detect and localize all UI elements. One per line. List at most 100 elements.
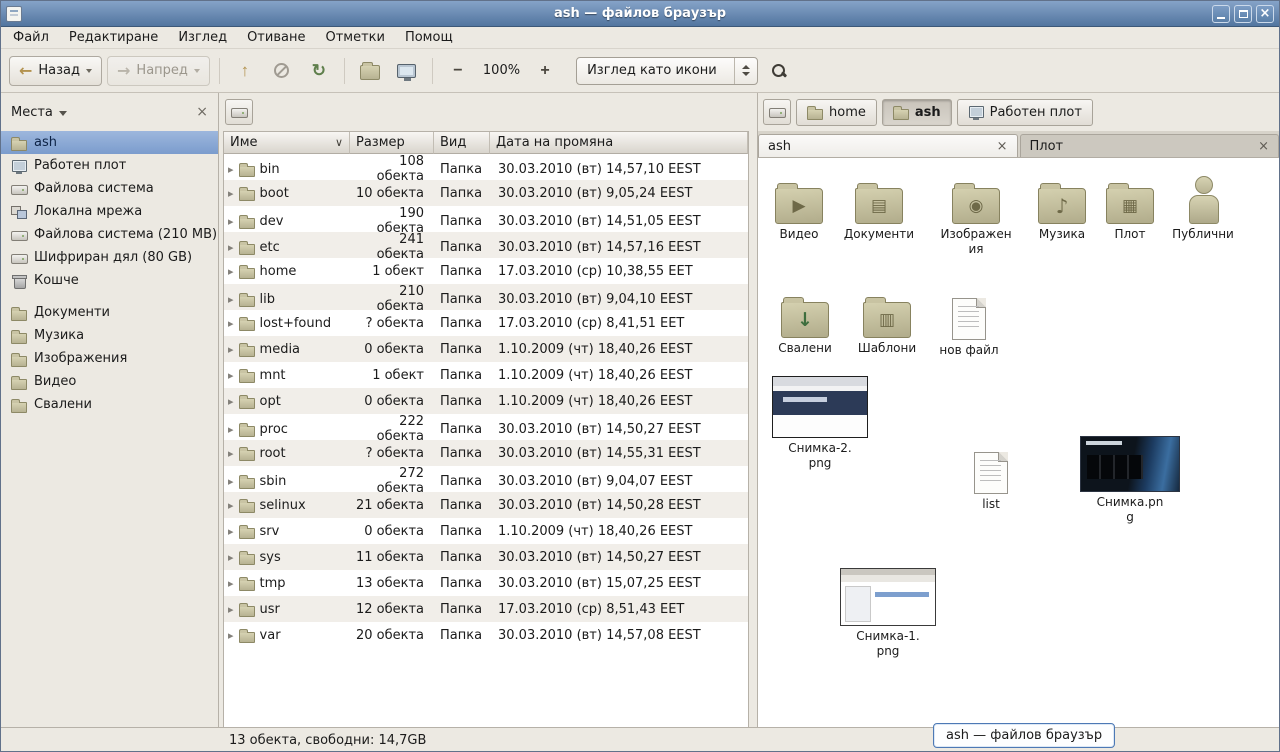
file-row[interactable]: mnt 1 обект Папка 1.10.2009 (чт) 18,40,2… — [224, 362, 748, 388]
icon-view-item[interactable]: Свалени — [766, 284, 844, 356]
icon-view-item[interactable]: Видео — [760, 170, 838, 242]
sidebar-place-item[interactable]: Кошче — [1, 269, 218, 292]
expander-icon[interactable] — [228, 474, 234, 489]
file-row[interactable]: dev 190 обекта Папка 30.03.2010 (вт) 14,… — [224, 206, 748, 232]
icon-view-item[interactable]: Шаблони — [848, 284, 926, 356]
sidebar-selector-icon[interactable] — [59, 111, 67, 116]
expander-icon[interactable] — [228, 628, 234, 643]
tab-close-icon[interactable] — [1258, 140, 1269, 153]
breadcrumb-button[interactable]: home — [796, 99, 877, 126]
up-button[interactable] — [229, 56, 261, 86]
breadcrumb-button[interactable]: Работен плот — [957, 99, 1093, 126]
icon-view-item[interactable]: Изображения — [937, 170, 1015, 257]
file-row[interactable]: selinux 21 обекта Папка 30.03.2010 (вт) … — [224, 492, 748, 518]
expander-icon[interactable] — [228, 316, 234, 331]
icon-view-item[interactable]: Снимка.png — [1078, 426, 1182, 525]
menu-item[interactable]: Отиване — [237, 27, 315, 48]
file-row[interactable]: sys 11 обекта Папка 30.03.2010 (вт) 14,5… — [224, 544, 748, 570]
menu-item[interactable]: Редактиране — [59, 27, 168, 48]
sidebar-place-item[interactable]: Файлова система — [1, 177, 218, 200]
zoom-out-button[interactable]: − — [442, 56, 474, 86]
zoom-in-button[interactable]: + — [529, 56, 561, 86]
reload-button[interactable] — [303, 56, 335, 86]
file-row[interactable]: root ? обекта Папка 30.03.2010 (вт) 14,5… — [224, 440, 748, 466]
search-button[interactable] — [763, 56, 795, 86]
expander-icon[interactable] — [228, 214, 234, 229]
breadcrumb-button[interactable]: ash — [882, 99, 952, 126]
sidebar-place-item[interactable]: ash — [1, 131, 218, 154]
sidebar-bookmark-item[interactable]: Свалени — [1, 393, 218, 416]
window-menu-icon[interactable] — [6, 6, 22, 22]
icon-view-item[interactable]: Снимка-1.png — [836, 560, 940, 659]
computer-button[interactable] — [391, 56, 423, 86]
expander-icon[interactable] — [228, 162, 234, 177]
breadcrumb-root-button[interactable] — [763, 99, 791, 125]
expander-icon[interactable] — [228, 240, 234, 255]
icon-view-item[interactable]: Снимка-2.png — [768, 372, 872, 471]
file-row[interactable]: etc 241 обекта Папка 30.03.2010 (вт) 14,… — [224, 232, 748, 258]
expander-icon[interactable] — [228, 524, 234, 539]
expander-icon[interactable] — [228, 186, 234, 201]
pane-tab[interactable]: ash — [758, 134, 1018, 157]
file-row[interactable]: lost+found ? обекта Папка 17.03.2010 (ср… — [224, 310, 748, 336]
sidebar-close-icon[interactable] — [196, 105, 208, 119]
file-row[interactable]: home 1 обект Папка 17.03.2010 (ср) 10,38… — [224, 258, 748, 284]
sidebar-bookmark-item[interactable]: Изображения — [1, 347, 218, 370]
home-button[interactable] — [354, 56, 386, 86]
expander-icon[interactable] — [228, 368, 234, 383]
expander-icon[interactable] — [228, 292, 234, 307]
expander-icon[interactable] — [228, 342, 234, 357]
sidebar-place-item[interactable]: Работен плот — [1, 154, 218, 177]
file-row[interactable]: srv 0 обекта Папка 1.10.2009 (чт) 18,40,… — [224, 518, 748, 544]
icon-view-item[interactable]: Документи — [840, 170, 918, 242]
file-row[interactable]: media 0 обекта Папка 1.10.2009 (чт) 18,4… — [224, 336, 748, 362]
menu-item[interactable]: Отметки — [315, 27, 394, 48]
sidebar-place-item[interactable]: Файлова система (210 MB) — [1, 223, 218, 246]
sidebar-bookmark-item[interactable]: Документи — [1, 301, 218, 324]
file-row[interactable]: lib 210 обекта Папка 30.03.2010 (вт) 9,0… — [224, 284, 748, 310]
file-row[interactable]: boot 10 обекта Папка 30.03.2010 (вт) 9,0… — [224, 180, 748, 206]
icon-view-item[interactable]: Плот — [1091, 170, 1169, 242]
column-header-modified[interactable]: Дата на промяна — [490, 132, 748, 154]
icon-view-item[interactable]: нов файл — [930, 286, 1008, 358]
forward-button[interactable]: Напред — [107, 56, 210, 86]
menu-item[interactable]: Изглед — [168, 27, 237, 48]
tab-close-icon[interactable] — [997, 140, 1008, 153]
menu-item[interactable]: Помощ — [395, 27, 463, 48]
file-row[interactable]: usr 12 обекта Папка 17.03.2010 (ср) 8,51… — [224, 596, 748, 622]
back-button[interactable]: Назад — [9, 56, 102, 86]
sidebar-bookmark-item[interactable]: Видео — [1, 370, 218, 393]
pane-tab[interactable]: Плот — [1020, 134, 1280, 157]
expander-icon[interactable] — [228, 602, 234, 617]
file-row[interactable]: tmp 13 обекта Папка 30.03.2010 (вт) 15,0… — [224, 570, 748, 596]
expander-icon[interactable] — [228, 498, 234, 513]
view-mode-select[interactable]: Изглед като икони — [576, 57, 758, 85]
file-row[interactable]: var 20 обекта Папка 30.03.2010 (вт) 14,5… — [224, 622, 748, 648]
sidebar-place-item[interactable]: Шифриран дял (80 GB) — [1, 246, 218, 269]
column-header-name[interactable]: Име — [224, 132, 350, 154]
pane-splitter[interactable] — [749, 93, 758, 727]
icon-view-item[interactable]: Музика — [1023, 170, 1101, 242]
stop-button[interactable] — [266, 56, 298, 86]
file-row[interactable]: opt 0 обекта Папка 1.10.2009 (чт) 18,40,… — [224, 388, 748, 414]
sidebar-bookmark-item[interactable]: Музика — [1, 324, 218, 347]
expander-icon[interactable] — [228, 576, 234, 591]
taskbar-window-button[interactable]: ash — файлов браузър — [933, 723, 1115, 748]
column-header-size[interactable]: Размер — [350, 132, 434, 154]
sidebar-place-item[interactable]: Локална мрежа — [1, 200, 218, 223]
file-row[interactable]: bin 108 обекта Папка 30.03.2010 (вт) 14,… — [224, 154, 748, 180]
column-header-type[interactable]: Вид — [434, 132, 490, 154]
expander-icon[interactable] — [228, 264, 234, 279]
icon-view-canvas[interactable]: Видео Документи — [758, 158, 1279, 727]
expander-icon[interactable] — [228, 446, 234, 461]
close-button[interactable]: × — [1256, 5, 1274, 23]
menu-item[interactable]: Файл — [3, 27, 59, 48]
expander-icon[interactable] — [228, 422, 234, 437]
expander-icon[interactable] — [228, 394, 234, 409]
icon-view-item[interactable]: list — [952, 440, 1030, 512]
minimize-button[interactable] — [1212, 5, 1230, 23]
file-row[interactable]: proc 222 обекта Папка 30.03.2010 (вт) 14… — [224, 414, 748, 440]
icon-view-item[interactable]: Публични — [1164, 170, 1242, 242]
maximize-button[interactable] — [1234, 5, 1252, 23]
pane-root-button[interactable] — [225, 99, 253, 125]
